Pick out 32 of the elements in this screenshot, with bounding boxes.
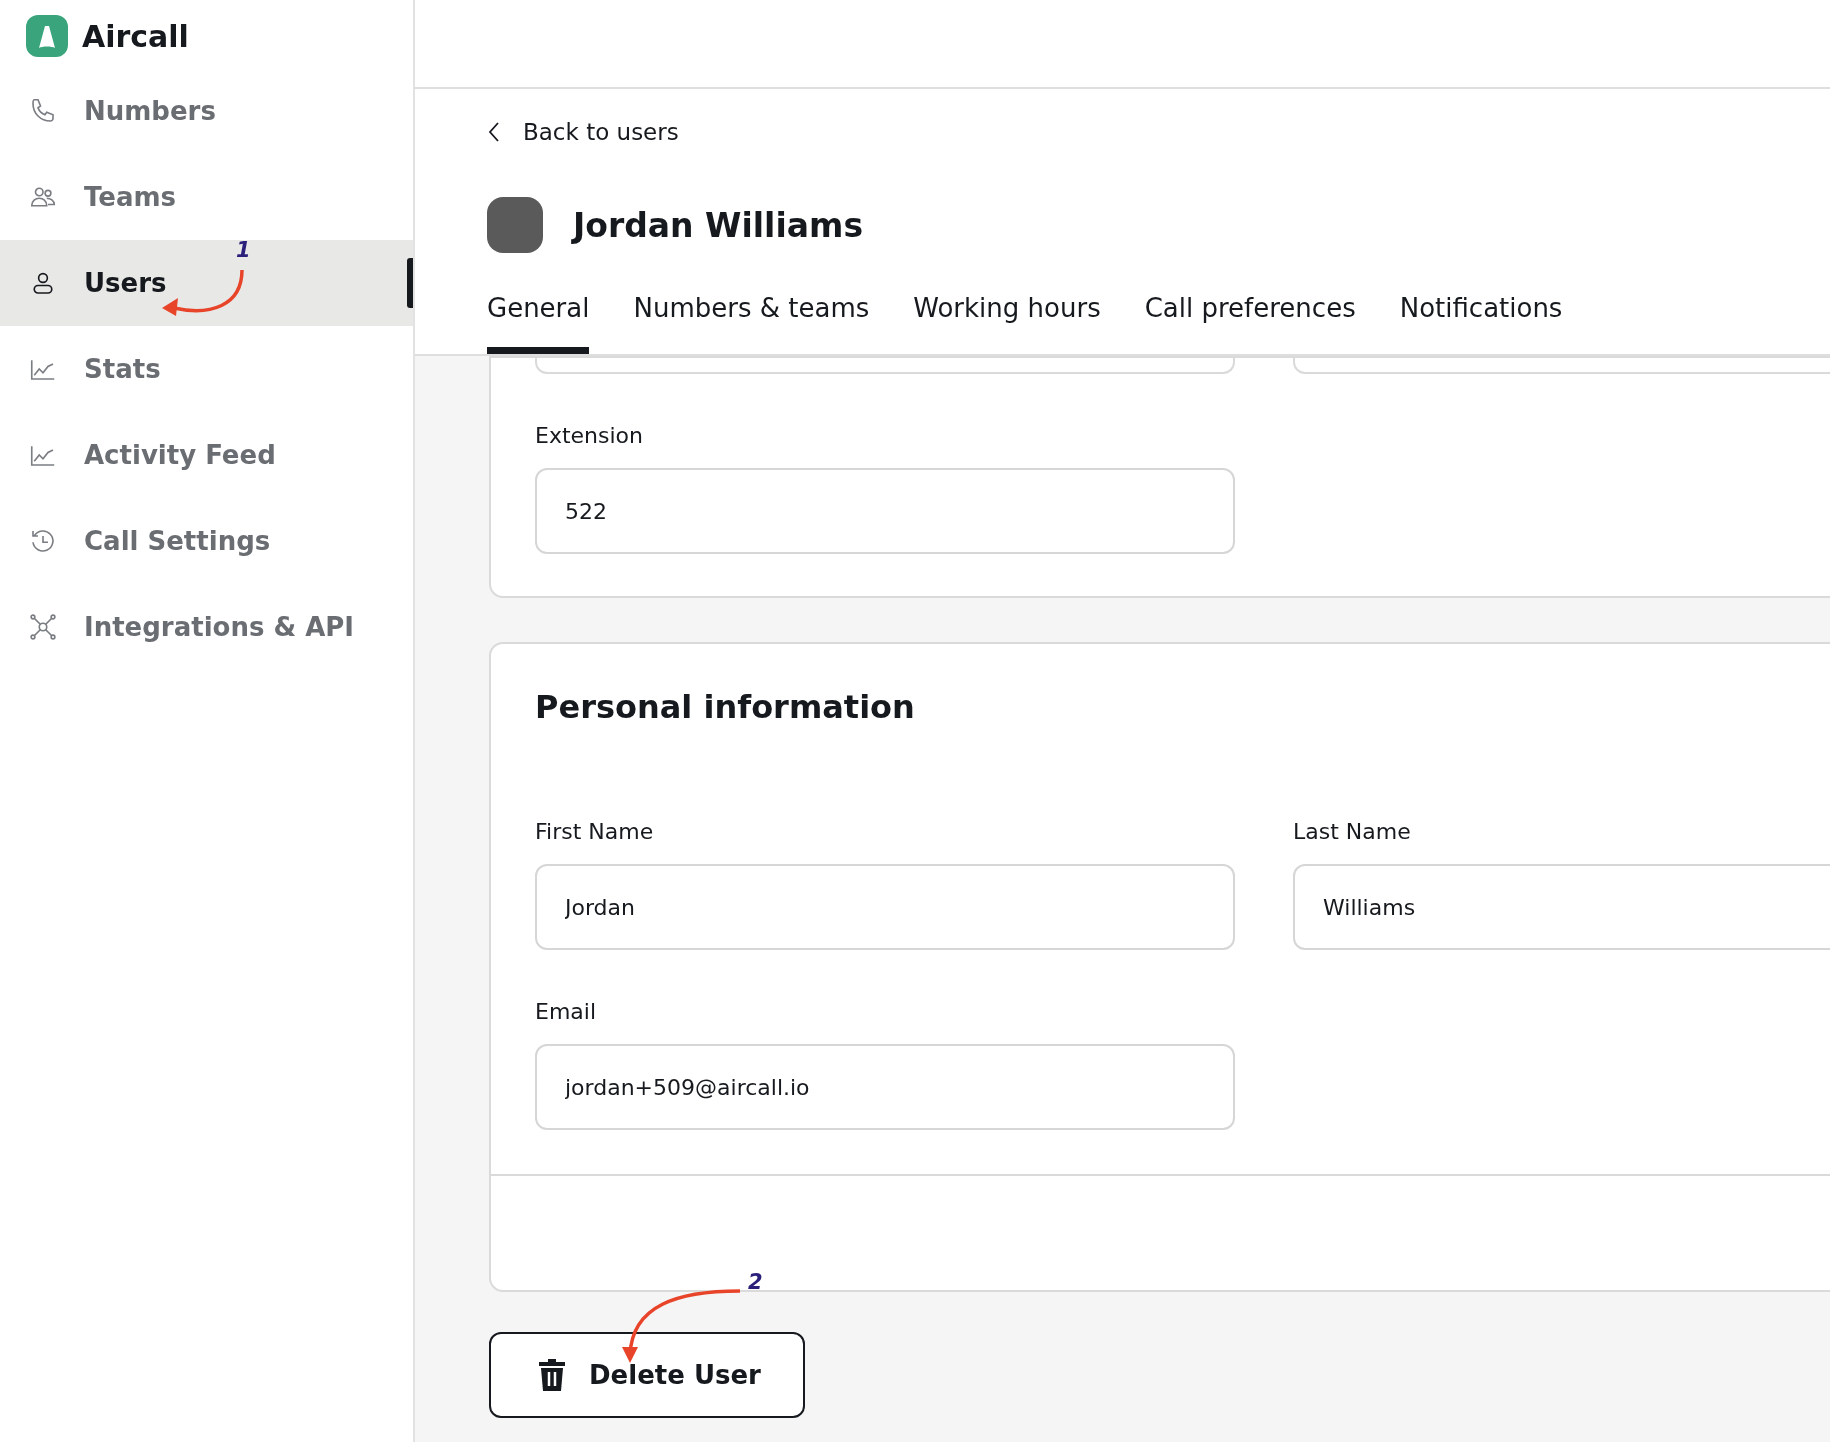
- annotation-number: 2: [748, 1272, 763, 1293]
- tab[interactable]: Working hours: [913, 293, 1101, 354]
- nav-item[interactable]: Numbers: [0, 89, 413, 133]
- field-label: Email: [535, 999, 598, 1024]
- field-label: Extension: [535, 423, 644, 448]
- delete-button[interactable]: Delete User: [489, 1332, 805, 1418]
- text-field[interactable]: [1293, 358, 1830, 374]
- back-link[interactable]: Back to users: [487, 119, 679, 145]
- brand-name: Aircall: [82, 18, 189, 54]
- logo-icon: [26, 15, 68, 57]
- nav-item[interactable]: Stats: [0, 347, 413, 391]
- avatar-photo-placeholder: [487, 197, 543, 253]
- field-label: First Name: [535, 819, 655, 844]
- section-title: Personal information: [534, 687, 916, 726]
- text-field[interactable]: Williams: [1293, 864, 1830, 950]
- text-field[interactable]: 522: [535, 468, 1235, 554]
- tab[interactable]: Numbers & teams: [633, 293, 870, 354]
- user-name: Jordan Williams: [573, 205, 864, 245]
- tab[interactable]: Notifications: [1399, 293, 1563, 354]
- nav-item[interactable]: Teams: [0, 175, 413, 219]
- nav-item[interactable]: Activity Feed: [0, 433, 413, 477]
- nodes-icon: [28, 612, 58, 642]
- text-field[interactable]: jordan+509@aircall.io: [535, 1044, 1235, 1130]
- trash-icon: [537, 1357, 567, 1393]
- annotation-number: 1: [236, 240, 251, 261]
- text-field[interactable]: [535, 358, 1235, 374]
- tab[interactable]: Call preferences: [1144, 293, 1356, 354]
- nav-item[interactable]: Integrations & API: [0, 605, 413, 649]
- chevron-left-icon: [487, 121, 501, 143]
- field-label: Last Name: [1293, 819, 1412, 844]
- nav-item[interactable]: Call Settings: [0, 519, 413, 563]
- active-indicator: [407, 258, 413, 308]
